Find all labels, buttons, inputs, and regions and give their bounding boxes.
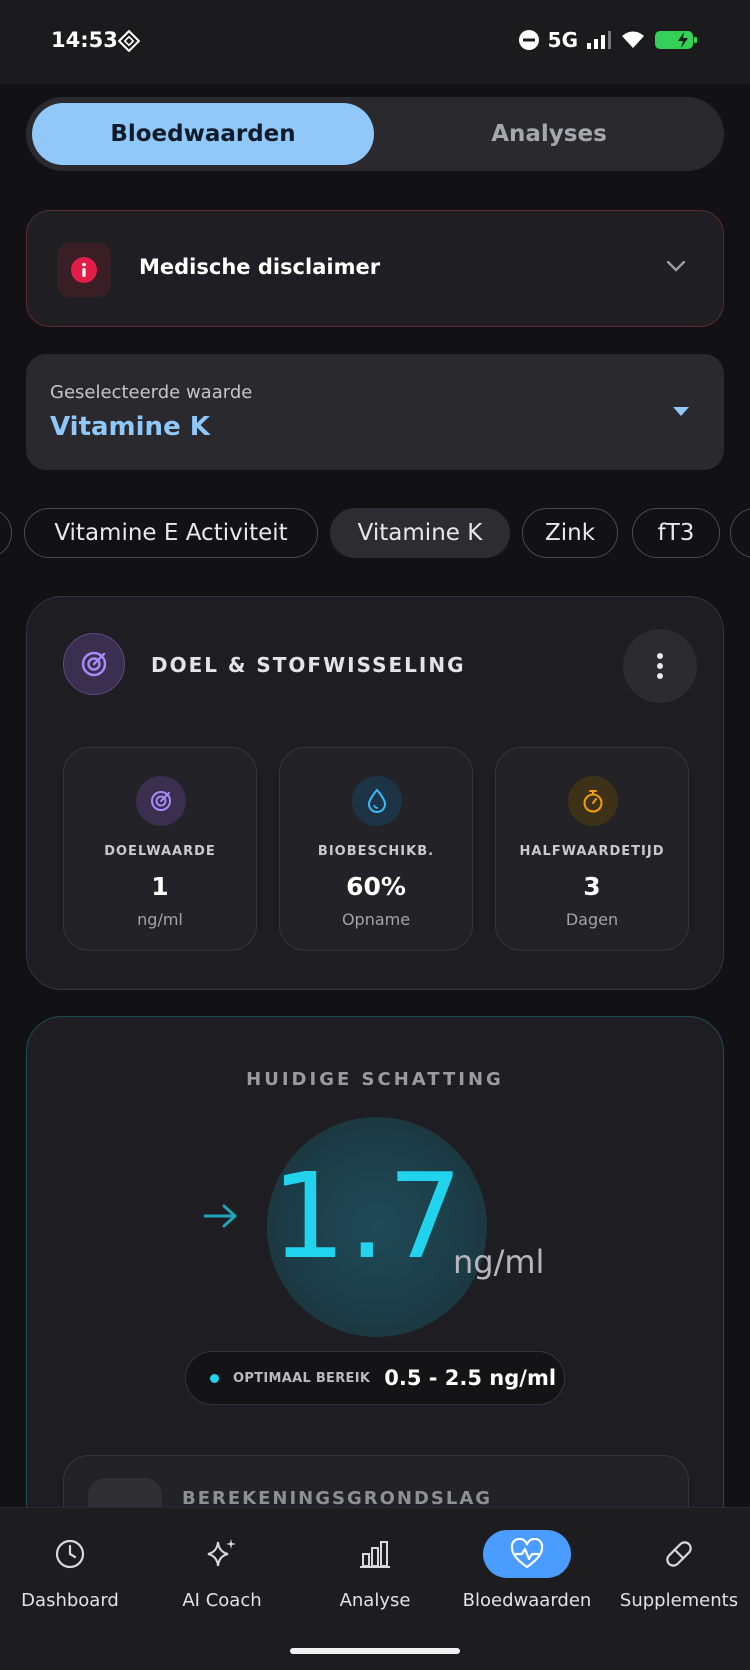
- range-value: 0.5 - 2.5 ng/ml: [384, 1366, 557, 1390]
- wifi-icon: [622, 31, 644, 48]
- nav-label: AI Coach: [182, 1590, 262, 1611]
- tab-analyses[interactable]: Analyses: [382, 103, 716, 165]
- nav-label: Bloedwaarden: [462, 1590, 592, 1611]
- calculation-basis-title: BEREKENINGSGRONDSLAG: [182, 1488, 493, 1509]
- bar-chart-icon: [355, 1534, 395, 1574]
- value-selector[interactable]: Geselecteerde waarde Vitamine K: [26, 354, 724, 470]
- target-icon: [136, 776, 186, 826]
- stopwatch-icon: [568, 776, 618, 826]
- droplet-icon: [352, 776, 402, 826]
- stat-label: HALFWAARDETIJD: [519, 844, 665, 859]
- nav-label: Dashboard: [21, 1590, 119, 1611]
- stat-unit: Dagen: [565, 910, 619, 929]
- battery-charging-icon: [655, 31, 697, 49]
- stat-halfwaardetijd: HALFWAARDETIJD 3 Dagen: [495, 747, 689, 951]
- stat-label: DOELWAARDE: [104, 844, 216, 859]
- stat-value: 1: [151, 872, 169, 901]
- chip-ft3[interactable]: fT3: [632, 508, 720, 558]
- optimal-range: OPTIMAAL BEREIK 0.5 - 2.5 ng/ml: [185, 1351, 565, 1405]
- metabolism-title: DOEL & STOFWISSELING: [151, 653, 466, 677]
- chevron-down-icon[interactable]: [665, 259, 687, 273]
- stat-doelwaarde: DOELWAARDE 1 ng/ml: [63, 747, 257, 951]
- chip-partial-left[interactable]: [0, 508, 12, 558]
- selector-label: Geselecteerde waarde: [50, 382, 253, 403]
- estimate-title: HUIDIGE SCHATTING: [246, 1069, 504, 1090]
- value-chips: Vitamine E Activiteit Vitamine K Zink fT…: [0, 508, 750, 558]
- nav-supplements[interactable]: Supplements: [604, 1526, 750, 1626]
- medical-disclaimer[interactable]: Medische disclaimer: [26, 210, 724, 327]
- dropdown-arrow-icon: [673, 407, 689, 416]
- stat-value: 3: [583, 872, 601, 901]
- chip-partial-right[interactable]: [730, 508, 750, 558]
- range-dot: [210, 1373, 219, 1383]
- tab-bloedwaarden[interactable]: Bloedwaarden: [32, 103, 374, 165]
- chip-zink[interactable]: Zink: [522, 508, 618, 558]
- more-vertical-icon: [657, 653, 663, 679]
- nav-bloedwaarden[interactable]: Bloedwaarden: [452, 1526, 602, 1626]
- stat-unit: Opname: [341, 910, 411, 929]
- segmented-tabs: Bloedwaarden Analyses: [26, 97, 724, 171]
- heart-pulse-icon: [483, 1530, 571, 1578]
- metabolism-card: DOEL & STOFWISSELING DOELWAARDE 1 ng/ml …: [26, 596, 724, 990]
- signal-icon: [587, 31, 611, 49]
- selector-value: Vitamine K: [50, 412, 210, 442]
- home-indicator[interactable]: [290, 1648, 460, 1654]
- more-options-button[interactable]: [623, 629, 697, 703]
- stat-unit: ng/ml: [137, 910, 183, 929]
- disclaimer-title: Medische disclaimer: [139, 255, 381, 279]
- nav-label: Analyse: [339, 1590, 411, 1611]
- nav-label: Supplements: [619, 1590, 739, 1611]
- nfc-icon: [118, 30, 140, 52]
- status-icons: 5G: [518, 28, 700, 52]
- info-icon: [71, 257, 97, 283]
- status-time: 14:53: [51, 28, 118, 52]
- clock-icon: [50, 1534, 90, 1574]
- nav-ai-coach[interactable]: AI Coach: [147, 1526, 297, 1626]
- stat-value: 60%: [346, 872, 406, 901]
- sparkles-icon: [202, 1534, 242, 1574]
- bottom-nav: Dashboard AI Coach Analyse Bloedwaarden …: [0, 1507, 750, 1670]
- nav-analyse[interactable]: Analyse: [300, 1526, 450, 1626]
- status-bar: 14:53 5G: [0, 0, 750, 84]
- target-icon: [63, 633, 125, 695]
- chip-vitamine-k[interactable]: Vitamine K: [330, 508, 510, 558]
- estimate-value: 1.7: [271, 1147, 465, 1285]
- arrow-right-icon: [203, 1204, 237, 1228]
- chip-vitamine-e-activiteit[interactable]: Vitamine E Activiteit: [24, 508, 318, 558]
- estimate-unit: ng/ml: [453, 1243, 545, 1281]
- pill-icon: [659, 1534, 699, 1574]
- nav-dashboard[interactable]: Dashboard: [0, 1526, 145, 1626]
- stat-biobeschikbaarheid: BIOBESCHIKB. 60% Opname: [279, 747, 473, 951]
- range-label: OPTIMAAL BEREIK: [233, 1370, 371, 1386]
- network-label: 5G: [547, 28, 578, 52]
- dnd-icon: [518, 30, 539, 50]
- disclaimer-icon-box: [57, 243, 111, 297]
- stat-label: BIOBESCHIKB.: [317, 844, 435, 859]
